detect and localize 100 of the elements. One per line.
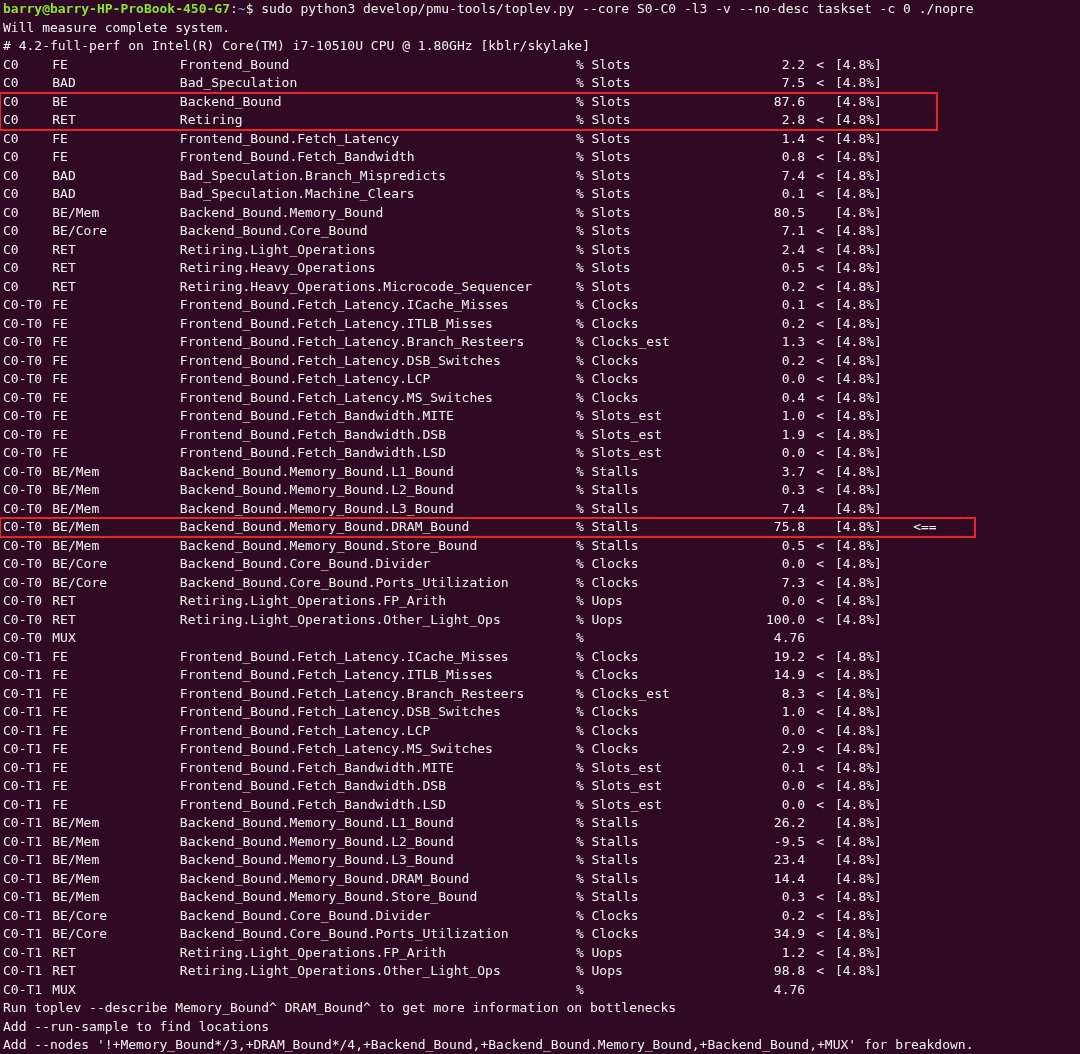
- metric-name: Frontend_Bound.Fetch_Latency.LCP: [179, 721, 432, 740]
- metric-unit: % Slots: [575, 111, 632, 129]
- metric-value: 0.3: [781, 481, 806, 499]
- metric-value: 0.1: [781, 185, 806, 203]
- metric-unit: % Slots: [575, 129, 632, 148]
- metric-unit: % Clocks: [575, 925, 640, 943]
- core-label: C0-T0: [3, 351, 44, 370]
- core-label: C0: [3, 259, 20, 277]
- core-label: C0: [3, 203, 20, 222]
- metric-name: Frontend_Bound.Fetch_Latency: [179, 129, 400, 148]
- sample-ratio: [4.8%]: [834, 92, 883, 111]
- metric-name: Retiring.Heavy_Operations.Microcode_Sequencer: [179, 277, 534, 296]
- node-area: FE: [52, 55, 180, 74]
- sample-ratio: [4.8%]: [834, 481, 883, 499]
- node-area: FE: [52, 296, 180, 315]
- metric-unit: % Clocks: [575, 721, 640, 740]
- metric-name: Bad_Speculation.Machine_Clears: [179, 185, 416, 203]
- node-area: BE/Mem: [52, 814, 180, 833]
- metric-name: Backend_Bound: [179, 92, 283, 111]
- metric-value: 4.76: [773, 629, 806, 647]
- sample-ratio: [4.8%]: [834, 851, 883, 869]
- threshold-sign-text: <: [816, 536, 824, 555]
- output-line: Add --nodes '!+Memory_Bound*/3,+DRAM_Bound*/4,+Backend_Bound,+Backend_Bound.Memory_Bound,+Backend_Bound,+MUX' for breakdown.: [3, 1036, 974, 1054]
- node-area: FE: [52, 425, 180, 444]
- metric-value: 0.0: [781, 444, 806, 462]
- metric-unit: % Slots: [575, 222, 632, 240]
- threshold-sign-text: <: [816, 592, 824, 610]
- core-label: C0: [3, 277, 20, 296]
- threshold-sign-text: <: [816, 906, 824, 925]
- metric-value: 7.5: [781, 74, 806, 92]
- node-area: RET: [52, 259, 180, 278]
- core-label: C0-T1: [3, 888, 44, 906]
- node-area: MUX: [52, 629, 180, 648]
- metric-unit: % Stalls: [575, 888, 640, 906]
- node-area: FE: [52, 777, 180, 796]
- prompt-path: ~: [237, 0, 246, 18]
- node-area: FE: [52, 314, 180, 333]
- core-label: C0-T1: [3, 721, 44, 740]
- threshold-sign-text: <: [816, 777, 824, 795]
- node-area: RET: [52, 111, 180, 130]
- threshold-sign-text: <: [816, 111, 824, 129]
- sample-ratio: [4.8%]: [834, 518, 883, 536]
- output-line: Will measure complete system.: [3, 18, 230, 37]
- metric-unit: % Slots: [575, 240, 632, 259]
- metric-name: Frontend_Bound.Fetch_Bandwidth.LSD: [179, 444, 447, 462]
- sample-ratio: [4.8%]: [834, 869, 883, 888]
- metric-name: Retiring.Light_Operations.Other_Light_Ops: [179, 610, 502, 629]
- node-area: FE: [52, 758, 180, 777]
- core-label: C0-T0: [3, 407, 44, 425]
- metric-value: 0.5: [781, 259, 806, 277]
- metric-value: 14.4: [773, 869, 806, 888]
- metric-value: 0.2: [781, 277, 806, 296]
- core-label: C0-T1: [3, 684, 44, 703]
- metric-unit: % Stalls: [575, 462, 640, 481]
- sample-ratio: [4.8%]: [834, 647, 883, 666]
- core-label: C0: [3, 148, 20, 166]
- metric-value: 87.6: [773, 92, 806, 111]
- command-text: sudo python3 develop/pmu-tools/toplev.py --core S0-C0 -l3 -v --no-desc taskset -c 0 ./nopre: [260, 0, 974, 18]
- core-label: C0: [3, 222, 20, 240]
- metric-value: 8.3: [781, 684, 806, 703]
- metric-unit: % Stalls: [575, 481, 640, 499]
- metric-unit: % Uops: [575, 592, 624, 610]
- metric-unit: % Clocks: [575, 388, 640, 407]
- metric-unit: % Slots: [575, 166, 632, 185]
- node-area: FE: [52, 444, 180, 463]
- metric-name: Retiring.Light_Operations.Other_Light_Ops: [179, 962, 502, 980]
- node-area: FE: [52, 721, 180, 740]
- metric-unit: % Stalls: [575, 832, 640, 851]
- metric-value: 2.8: [781, 111, 806, 129]
- metric-value: 4.76: [773, 980, 806, 999]
- metric-unit: % Slots: [575, 55, 632, 74]
- metric-unit: % Slots_est: [575, 407, 663, 425]
- node-area: BE/Core: [52, 925, 180, 944]
- sample-ratio: [4.8%]: [834, 666, 883, 684]
- metric-value: 0.0: [781, 555, 806, 573]
- metric-value: 0.0: [781, 777, 806, 795]
- metric-unit: % Clocks: [575, 647, 640, 666]
- prompt-symbol: $: [245, 0, 254, 18]
- sample-ratio: [4.8%]: [834, 703, 883, 721]
- node-area: RET: [52, 240, 180, 259]
- node-area: BE/Mem: [52, 832, 180, 851]
- sample-ratio: [4.8%]: [834, 925, 883, 943]
- metric-value: 75.8: [773, 518, 806, 536]
- core-label: C0-T1: [3, 758, 44, 777]
- threshold-sign-text: <: [816, 55, 824, 74]
- output-line: Add --run-sample to find locations: [3, 1017, 270, 1036]
- metric-name: Frontend_Bound.Fetch_Latency.Branch_Resteers: [179, 684, 526, 703]
- core-label: C0: [3, 92, 20, 111]
- threshold-sign-text: <: [816, 129, 824, 148]
- node-area: FE: [52, 647, 180, 666]
- threshold-sign-text: <: [816, 388, 824, 407]
- sample-ratio: [4.8%]: [834, 55, 883, 74]
- metric-value: 0.2: [781, 351, 806, 370]
- node-area: RET: [52, 943, 180, 962]
- metric-unit: % Clocks: [575, 351, 640, 370]
- metric-unit: % Clocks: [575, 296, 640, 314]
- sample-ratio: [4.8%]: [834, 74, 883, 92]
- metric-name: Frontend_Bound.Fetch_Latency.ICache_Misses: [179, 296, 510, 314]
- core-label: C0-T0: [3, 499, 44, 518]
- metric-value: 0.1: [781, 758, 806, 777]
